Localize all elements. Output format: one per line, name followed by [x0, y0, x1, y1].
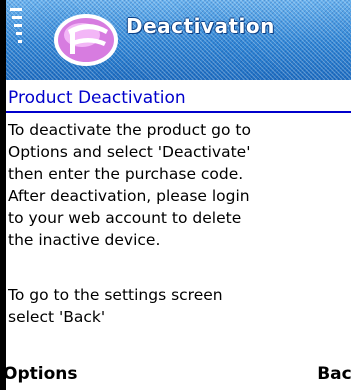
softkey-bar: Options Back — [3, 360, 351, 390]
options-softkey[interactable]: Options — [3, 364, 77, 384]
signal-strength-icon — [10, 8, 22, 43]
instruction-line: to your web account to delete — [8, 209, 242, 227]
instruction-line: After deactivation, please login — [8, 187, 250, 205]
title-bar: Deactivation — [6, 0, 351, 80]
window-title: Deactivation — [126, 14, 275, 38]
instruction-line: then enter the purchase code. — [8, 165, 244, 183]
settings-hint-line: To go to the settings screen — [8, 286, 223, 304]
instruction-line: the inactive device. — [8, 231, 161, 249]
heading-divider — [6, 111, 351, 113]
page-heading: Product Deactivation — [8, 88, 186, 108]
instruction-line: Options and select 'Deactivate' — [8, 143, 251, 161]
instruction-line: To deactivate the product go to — [8, 121, 251, 139]
phone-screen: Deactivation Product Deactivation To dea… — [0, 0, 351, 390]
content-area: Product Deactivation To deactivate the p… — [6, 80, 351, 360]
back-softkey[interactable]: Back — [317, 364, 351, 384]
app-logo-icon — [54, 14, 118, 66]
settings-hint-line: select 'Back' — [8, 308, 106, 326]
